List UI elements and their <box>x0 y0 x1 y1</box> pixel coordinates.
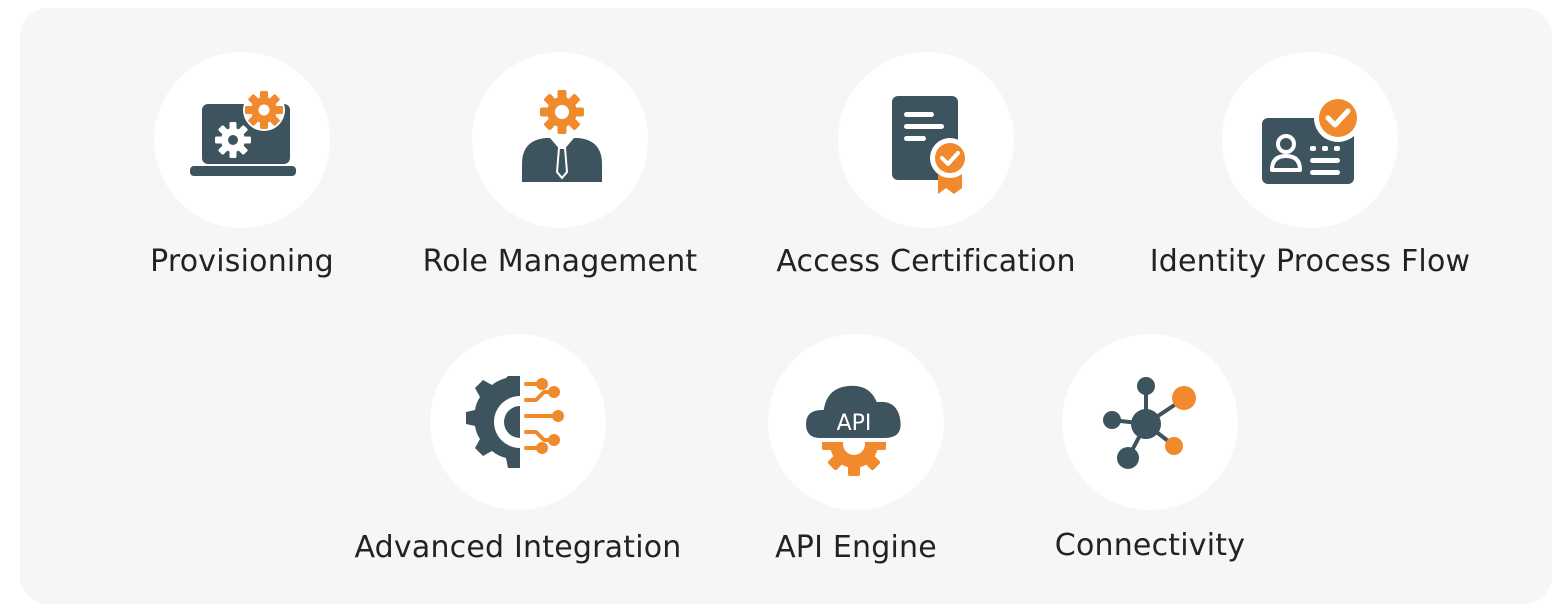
feature-provisioning: Provisioning <box>62 52 422 292</box>
feature-identity-process-flow: Identity Process Flow <box>1130 52 1490 292</box>
certificate-badge-icon <box>892 96 970 194</box>
gear-circuit-icon <box>466 376 564 468</box>
provisioning-icon-circle <box>154 52 330 228</box>
feature-role-management: Role Management <box>380 52 740 292</box>
feature-label: Provisioning <box>150 244 334 279</box>
laptop-gear-icon <box>190 89 296 176</box>
identity-process-flow-icon-circle <box>1222 52 1398 228</box>
api-engine-icon-circle: API <box>768 334 944 510</box>
connectivity-icon-circle <box>1062 334 1238 510</box>
access-certification-icon-circle <box>838 52 1014 228</box>
feature-access-certification: Access Certification <box>746 52 1106 292</box>
network-nodes-icon <box>1103 377 1196 469</box>
feature-label: Access Certification <box>776 244 1076 279</box>
feature-advanced-integration: Advanced Integration <box>338 334 698 574</box>
feature-label: Identity Process Flow <box>1149 244 1471 279</box>
feature-connectivity: Connectivity <box>970 334 1330 574</box>
feature-label: Role Management <box>422 244 698 279</box>
feature-label: Connectivity <box>1054 528 1246 563</box>
id-card-check-icon <box>1262 94 1362 184</box>
api-icon-text: API <box>837 411 872 436</box>
person-gear-icon <box>522 90 602 182</box>
feature-label: Advanced Integration <box>354 530 682 565</box>
api-cloud-gear-icon: API <box>801 381 905 476</box>
advanced-integration-icon-circle <box>430 334 606 510</box>
role-management-icon-circle <box>472 52 648 228</box>
